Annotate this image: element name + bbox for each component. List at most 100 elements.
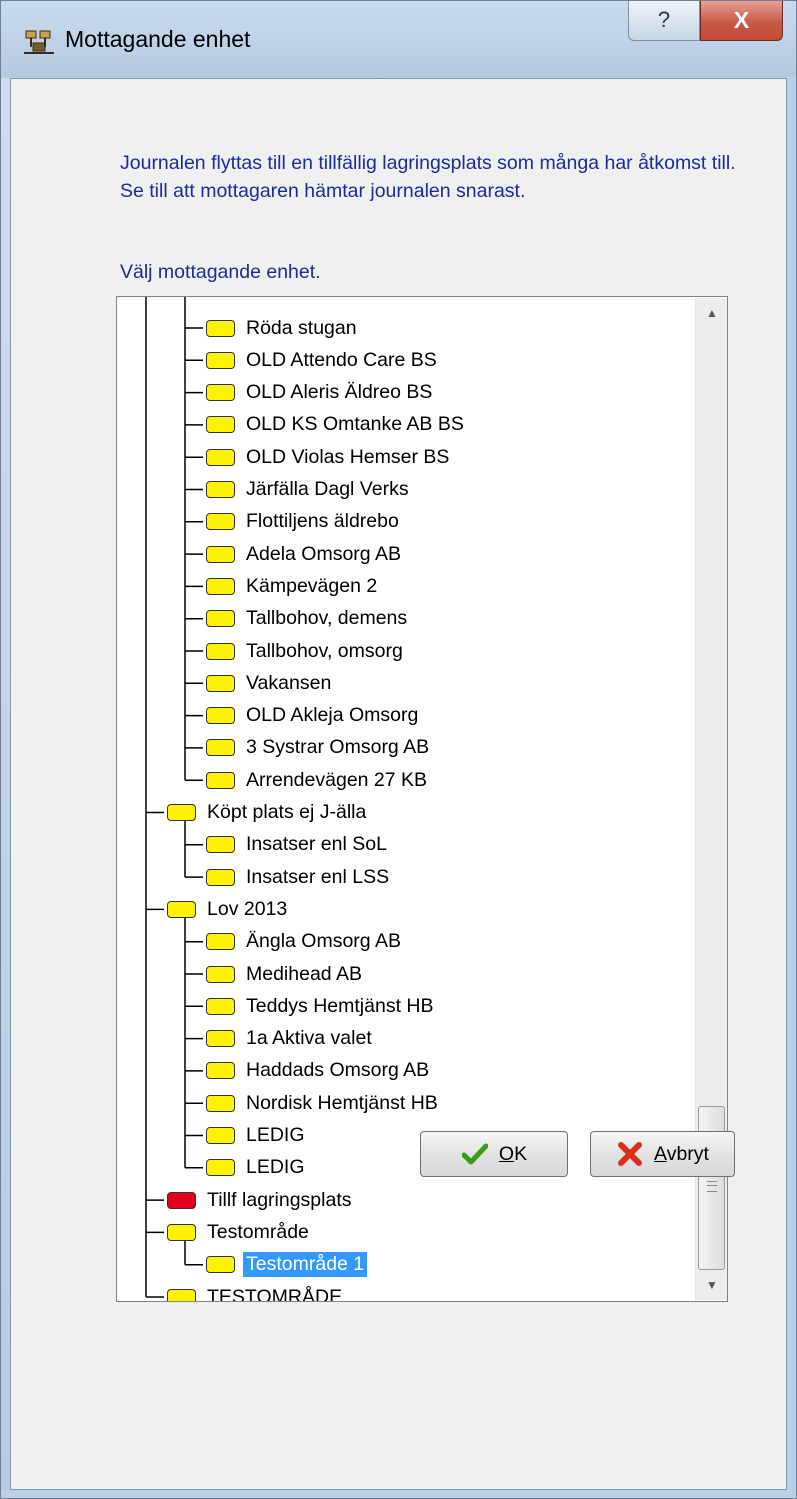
tree-item[interactable]: Medihead AB [206,960,365,988]
tree-item[interactable]: LEDIG [206,1122,308,1150]
tree-item[interactable]: Testområde 1 [206,1251,368,1279]
app-network-icon [24,30,54,54]
tree-item[interactable]: Tallbohov, demens [206,605,410,633]
tree-item[interactable]: 1a Aktiva valet [206,1025,375,1053]
yellow-folder-icon [206,1030,235,1048]
tree-item-label: Adela Omsorg AB [246,542,401,565]
yellow-folder-icon [206,997,235,1015]
tree-item[interactable]: Vakansen [206,669,334,697]
tree-item-label: Testområde 1 [243,1252,368,1278]
yellow-folder-icon [206,481,235,498]
yellow-folder-icon [206,1159,235,1177]
tree-item-label: OLD Akleja Omsorg [246,704,419,727]
tree-item[interactable]: Köpt plats ej J-älla [167,799,369,827]
tree-item-label: Testområde [207,1220,309,1243]
cancel-button-label: Avbryt [654,1142,709,1165]
tree-item-label: LEDIG [246,1156,305,1179]
yellow-folder-icon [206,868,235,886]
tree-item-label: Tallbohov, omsorg [246,639,403,662]
red-folder-icon [167,1191,196,1209]
help-button[interactable]: ? [628,1,700,41]
tree-label: Välj mottagande enhet. [120,261,321,283]
scrollbar-grip-icon [707,1181,717,1192]
tree-item[interactable]: Lov 2013 [167,895,290,923]
ok-button-label: OK [498,1142,528,1165]
tree-item[interactable]: Insatser enl LSS [206,863,392,891]
yellow-folder-icon [206,610,235,628]
tree-item-label: Nordisk Hemtjänst HB [246,1091,438,1114]
info-line-2: Se till att mottagaren hämtar journalen … [120,180,526,202]
title-bar[interactable]: Mottagande enhet ? X [1,1,796,77]
tree-item[interactable]: Järfälla Dagl Verks [206,476,412,504]
tree-item[interactable]: Tallbohov, omsorg [206,637,406,665]
yellow-folder-icon [206,771,235,789]
yellow-folder-icon [206,1062,235,1080]
tree-item[interactable]: OLD KS Omtanke AB BS [206,411,467,439]
yellow-folder-icon [206,642,235,660]
tree-item-label: OLD KS Omtanke AB BS [246,413,464,436]
tree-item[interactable]: OLD Aleris Äldreo BS [206,379,435,407]
tree-item[interactable]: OLD Attendo Care BS [206,346,440,374]
tree-item-label: Tallbohov, demens [246,607,408,630]
tree-item-label: Vakansen [246,671,332,694]
tree-item-label: 3 Systrar Omsorg AB [246,736,430,759]
tree-item-label: Arrendevägen 27 KB [246,768,428,791]
tree-item-label: Haddads Omsorg AB [246,1059,430,1082]
close-button[interactable]: X [700,1,783,41]
tree-item-label: OLD Aleris Äldreo BS [246,381,433,404]
yellow-folder-icon [206,319,235,337]
tree-item-label: Flottiljens äldrebo [246,510,399,533]
tree-item[interactable]: OLD Akleja Omsorg [206,702,421,730]
yellow-folder-icon [167,900,196,918]
tree-item-label: OLD Attendo Care BS [246,348,437,371]
tree-item[interactable]: Haddads Omsorg AB [206,1057,432,1085]
tree-item[interactable]: Kämpevägen 2 [206,572,380,600]
yellow-folder-icon [206,577,235,595]
tree-item[interactable]: Flottiljens äldrebo [206,508,402,536]
yellow-folder-icon [206,933,235,951]
ok-button[interactable]: OK [420,1131,568,1177]
tree-item[interactable]: Arrendevägen 27 KB [206,766,430,794]
yellow-folder-icon [206,1127,235,1144]
yellow-folder-icon [167,804,196,821]
tree-item[interactable]: Tillf lagringsplats [167,1186,355,1214]
window-title: Mottagande enhet [65,26,251,52]
tree-item-label: TESTOMRÅDE [207,1285,343,1302]
tree-item[interactable]: Röda stugan [206,314,360,342]
info-text: Journalen flyttas till en tillfällig lag… [120,149,736,205]
cancel-button[interactable]: Avbryt [590,1131,735,1177]
tree-item-label: Järfälla Dagl Verks [246,478,409,500]
tree-item[interactable]: Nordisk Hemtjänst HB [206,1089,441,1117]
tree-item-label: Köpt plats ej J-älla [207,801,367,823]
window-frame-left [1,78,10,1490]
tree-item[interactable]: Testområde [167,1218,312,1246]
tree-item-label: Tillf lagringsplats [207,1188,352,1211]
yellow-folder-icon [206,513,235,531]
yellow-folder-icon [206,739,235,757]
tree-item[interactable]: Adela Omsorg AB [206,540,404,568]
tree-item[interactable]: Insatser enl SoL [206,831,390,859]
tree-item[interactable]: TESTOMRÅDE [167,1283,345,1302]
checkmark-icon [461,1140,489,1168]
yellow-folder-icon [206,965,235,983]
tree-item[interactable]: LEDIG [206,1154,308,1182]
tree-item[interactable]: OLD Violas Hemser BS [206,443,452,471]
yellow-folder-icon [206,1256,235,1274]
yellow-folder-icon [206,1094,235,1112]
yellow-folder-icon [206,674,235,692]
cancel-x-icon [616,1140,644,1168]
tree-item-label: 1a Aktiva valet [246,1027,372,1050]
scroll-down-arrow-icon[interactable]: ▼ [696,1270,727,1300]
info-line-1: Journalen flyttas till en tillfällig lag… [120,152,736,174]
scroll-up-arrow-icon[interactable]: ▲ [696,298,727,328]
tree-item-label: Kämpevägen 2 [246,574,378,597]
yellow-folder-icon [206,545,235,563]
tree-item[interactable]: 3 Systrar Omsorg AB [206,734,432,762]
yellow-folder-icon [206,836,235,854]
yellow-folder-icon [206,448,235,466]
tree-item[interactable]: Ängla Omsorg AB [206,928,404,956]
yellow-folder-icon [206,416,235,434]
tree-item[interactable]: Teddys Hemtjänst HB [206,992,437,1020]
yellow-folder-icon [206,384,235,402]
tree-item-label: Insatser enl LSS [246,865,390,888]
